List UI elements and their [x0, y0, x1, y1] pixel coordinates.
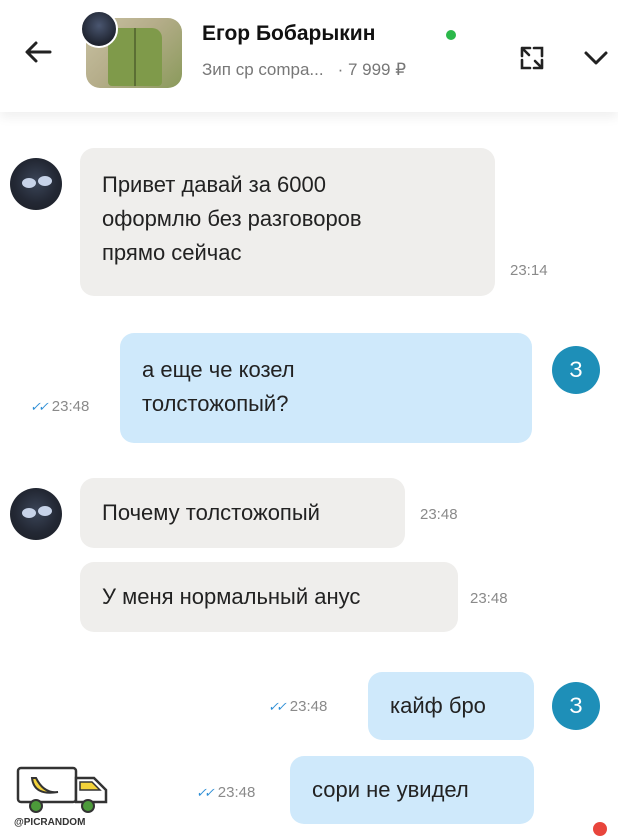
message-time: 23:48 — [289, 698, 328, 715]
double-check-icon: ✓✓ — [30, 398, 49, 414]
back-button[interactable] — [20, 34, 60, 70]
open-listing-button[interactable] — [516, 42, 548, 74]
message-text: Привет давай за 6000 оформлю без разгово… — [102, 172, 362, 265]
message-time: 23:48 — [217, 784, 256, 801]
product-price: · 7 999 ₽ — [337, 60, 407, 79]
message-time: 23:48 — [420, 506, 458, 523]
message-bubble-outgoing[interactable]: а еще че козел толстожопый? — [120, 333, 532, 443]
product-title: Зип cp compa... — [202, 60, 324, 79]
chevron-down-icon — [584, 51, 608, 65]
message-bubble-incoming[interactable]: У меня нормальный анус — [80, 562, 458, 632]
message-text: Почему толстожопый — [102, 500, 320, 525]
avatar-eye — [38, 506, 52, 516]
avatar-eye — [38, 176, 52, 186]
message-bubble-outgoing[interactable]: сори не увидел — [290, 756, 534, 824]
double-check-icon: ✓✓ — [268, 698, 287, 714]
arrow-left-icon — [25, 41, 52, 63]
message-bubble-outgoing[interactable]: кайф бро — [368, 672, 534, 740]
message-bubble-incoming[interactable]: Привет давай за 6000 оформлю без разгово… — [80, 148, 548, 296]
message-time: 23:48 — [51, 398, 90, 415]
unread-indicator — [593, 822, 607, 836]
seller-avatar[interactable] — [10, 488, 62, 540]
message-status: ✓✓ 23:48 — [30, 398, 89, 415]
my-avatar[interactable]: З — [552, 682, 600, 730]
message-status: ✓✓ 23:48 — [268, 698, 327, 715]
watermark-text: @PICRANDOM — [14, 817, 86, 828]
avatar-eye — [22, 178, 36, 188]
message-time: 23:48 — [470, 590, 508, 607]
more-options-button[interactable] — [580, 44, 612, 72]
chat-header: Егор Бобарыкин Зип cp compa... · 7 999 ₽ — [0, 0, 618, 112]
open-external-icon — [520, 46, 544, 70]
online-status-dot — [446, 30, 456, 40]
seller-avatar — [80, 10, 118, 48]
message-status: ✓✓ 23:48 — [196, 784, 255, 801]
seller-name[interactable]: Егор Бобарыкин — [202, 22, 375, 46]
message-text: У меня нормальный анус — [102, 584, 361, 609]
my-avatar[interactable]: З — [552, 346, 600, 394]
message-text: сори не увидел — [312, 777, 469, 802]
message-time: 23:14 — [510, 262, 548, 279]
seller-avatar[interactable] — [10, 158, 62, 210]
message-text: кайф бро — [390, 693, 486, 718]
message-bubble-incoming[interactable]: Почему толстожопый — [80, 478, 405, 548]
banana-truck-icon — [16, 766, 108, 813]
double-check-icon: ✓✓ — [196, 784, 215, 800]
product-info[interactable]: Зип cp compa... · 7 999 ₽ — [202, 60, 406, 80]
avatar-eye — [22, 508, 36, 518]
message-text: а еще че козел толстожопый? — [142, 357, 295, 416]
